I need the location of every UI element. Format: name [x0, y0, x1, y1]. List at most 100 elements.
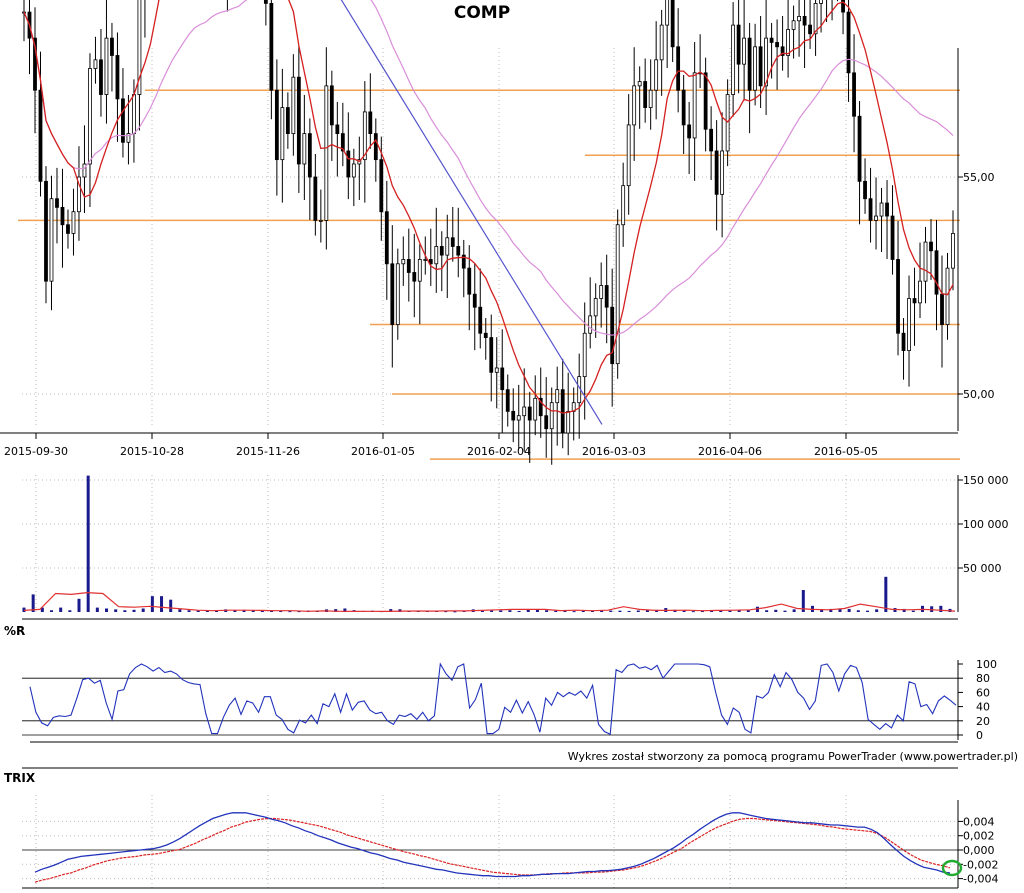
volume-bar: [517, 610, 521, 612]
candle-body: [511, 410, 516, 421]
candle-body: [648, 89, 653, 108]
volume-bar: [68, 610, 72, 612]
price-x-tick-label: 2016-03-03: [582, 445, 646, 458]
candle-body: [874, 215, 878, 221]
volume-bar: [856, 610, 860, 612]
volume-bar: [911, 610, 915, 612]
candle-body: [654, 59, 659, 91]
candle-body: [401, 259, 406, 265]
candle-body: [373, 133, 378, 161]
williams-y-tick-label: 80: [976, 672, 990, 685]
candle-body: [923, 241, 928, 282]
candle-body: [753, 46, 758, 91]
candle-body: [351, 163, 356, 178]
trix-y-tick-label: 0,002: [963, 830, 995, 843]
candle-body: [786, 29, 790, 56]
candle-body: [808, 24, 812, 35]
candle-body: [285, 107, 290, 134]
candle-body: [99, 59, 103, 95]
candle-body: [626, 124, 631, 187]
price-x-tick-label: 2015-10-28: [120, 445, 184, 458]
volume-bar: [765, 610, 769, 612]
candle-body: [390, 263, 395, 325]
volume-bar: [141, 608, 145, 612]
volume-bar: [636, 610, 640, 612]
volume-bar: [77, 598, 81, 612]
price-x-tick-label: 2015-09-30: [4, 445, 68, 458]
candle-body: [951, 233, 955, 269]
candle-body: [846, 11, 851, 74]
candle-body: [291, 76, 296, 134]
candle-body: [434, 246, 439, 265]
candle-body: [417, 259, 422, 282]
candle-body: [395, 263, 400, 325]
candle-body: [868, 198, 873, 221]
candle-body: [632, 85, 637, 126]
candle-body: [505, 389, 510, 412]
candle-body: [472, 293, 477, 308]
candle-body: [918, 280, 922, 304]
candle-body: [467, 267, 472, 295]
volume-average-line: [23, 591, 956, 613]
candle-body: [296, 76, 301, 165]
trendline: [340, 0, 603, 425]
candle-body: [703, 72, 708, 130]
candle-body: [38, 89, 43, 182]
volume-panel: 50 000 100 000 150 000: [22, 474, 1009, 620]
candle-body: [676, 46, 681, 91]
candle-body: [489, 337, 494, 373]
candle-body: [802, 16, 807, 26]
candle-body: [758, 46, 763, 87]
candle-body: [604, 285, 609, 308]
price-x-tick-label: 2015-11-26: [236, 445, 300, 458]
candle-body: [346, 150, 351, 178]
volume-bar: [939, 605, 943, 612]
candle-body: [66, 224, 70, 234]
candle-body: [747, 37, 752, 91]
williams-y-tick-label: 20: [976, 715, 990, 728]
candle-body: [439, 246, 444, 256]
candle-body: [313, 176, 318, 221]
chart-canvas: COMP 50,0055,0060,0065,002015-09-302015-…: [0, 0, 1018, 889]
volume-bar: [187, 610, 191, 612]
candle-body: [621, 185, 626, 226]
candle-body: [302, 133, 307, 165]
volume-bar: [930, 606, 934, 612]
candle-body: [929, 241, 933, 252]
candle-body: [60, 206, 65, 226]
volume-bar: [728, 610, 732, 612]
candle-body: [335, 124, 340, 134]
williams-y-tick-label: 60: [976, 686, 990, 699]
candle-body: [813, 3, 818, 35]
candle-body: [588, 315, 593, 334]
candle-body: [879, 202, 884, 217]
candle-body: [412, 272, 417, 282]
candle-body: [406, 259, 411, 273]
candle-body: [445, 237, 450, 256]
price-y-tick-label: 50,00: [963, 388, 995, 401]
volume-bar: [169, 599, 173, 612]
candle-body: [599, 285, 604, 299]
trix-y-tick-label: -0,002: [963, 858, 998, 871]
candle-body: [104, 37, 109, 95]
candle-body: [687, 124, 692, 139]
volume-bar: [545, 610, 549, 612]
candle-body: [709, 128, 714, 152]
volume-bar: [196, 610, 200, 612]
candle-body: [615, 224, 620, 365]
volume-bar: [150, 596, 154, 612]
candle-body: [896, 259, 900, 334]
volume-bar: [875, 609, 879, 612]
volume-bar: [618, 610, 622, 612]
trix-line: [34, 812, 951, 878]
candle-body: [483, 332, 488, 338]
candle-body: [527, 406, 532, 421]
candle-body: [533, 397, 538, 421]
candle-body: [775, 42, 779, 48]
candle-body: [115, 55, 120, 100]
moving-average-fast-line: [23, 0, 954, 414]
candle-body: [132, 94, 136, 135]
volume-bar: [792, 609, 796, 612]
volume-bar: [453, 611, 457, 613]
trix-panel: TRIX -0,004 -0,0020,0000,002 0,004: [4, 771, 998, 889]
